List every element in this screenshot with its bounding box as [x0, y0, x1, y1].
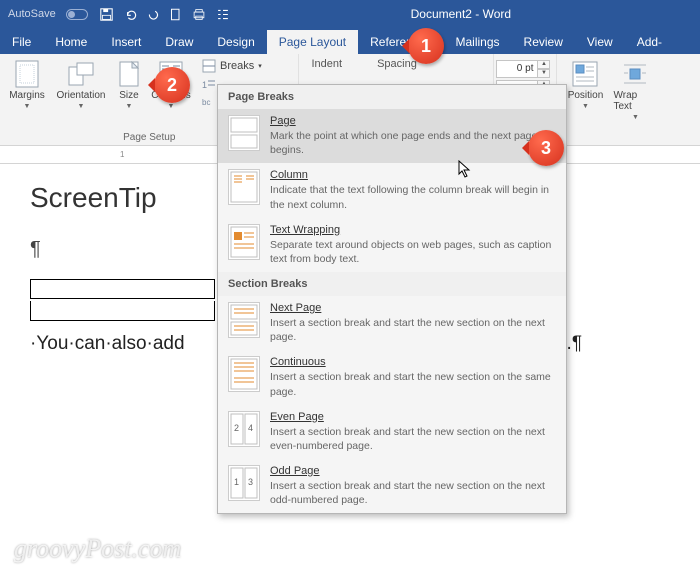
- up-arrow-icon[interactable]: ▲: [538, 60, 550, 69]
- column-break-title: Column: [270, 169, 556, 181]
- even-page-title: Even Page: [270, 411, 556, 423]
- watermark: groovyPost.com: [14, 534, 181, 564]
- redo-icon[interactable]: [147, 8, 160, 21]
- group-arrange: Position▼ Wrap Text▼: [556, 54, 663, 145]
- position-icon: [571, 60, 599, 88]
- page-break-icon: [228, 115, 260, 151]
- breaks-button[interactable]: Breaks ▾: [198, 58, 292, 74]
- tab-file[interactable]: File: [0, 30, 43, 54]
- continuous-title: Continuous: [270, 356, 556, 368]
- wrap-text-icon: [621, 60, 649, 88]
- svg-text:4: 4: [248, 423, 253, 433]
- callout-3: 3: [528, 130, 564, 166]
- menu-item-odd-page[interactable]: 13 Odd Page Insert a section break and s…: [218, 459, 566, 513]
- size-label: Size: [119, 90, 138, 101]
- even-page-icon: 24: [228, 411, 260, 447]
- tab-page-layout[interactable]: Page Layout: [267, 30, 358, 54]
- continuous-desc: Insert a section break and start the new…: [270, 370, 556, 398]
- text-wrapping-title: Text Wrapping: [270, 224, 556, 236]
- callout-1: 1: [408, 28, 444, 64]
- next-page-title: Next Page: [270, 302, 556, 314]
- svg-text:1: 1: [202, 80, 207, 90]
- wrap-text-label: Wrap Text: [613, 90, 657, 112]
- text-wrapping-icon: [228, 224, 260, 260]
- new-icon[interactable]: [170, 8, 182, 21]
- tab-design[interactable]: Design: [205, 30, 266, 54]
- spacing-icon[interactable]: [216, 8, 230, 21]
- even-page-desc: Insert a section break and start the new…: [270, 425, 556, 453]
- text-box[interactable]: [30, 279, 215, 299]
- odd-page-desc: Insert a section break and start the new…: [270, 479, 556, 507]
- spacing-before-spinner[interactable]: 0 pt ▲▼: [496, 60, 550, 78]
- menu-item-page-break[interactable]: Page Mark the point at which one page en…: [218, 109, 566, 163]
- size-icon: [115, 60, 143, 88]
- orientation-button[interactable]: Orientation▼: [54, 58, 108, 110]
- line-numbers-icon: 1: [202, 77, 216, 91]
- orientation-icon: [67, 60, 95, 88]
- breaks-icon: [202, 59, 216, 73]
- column-break-desc: Indicate that the text following the col…: [270, 183, 556, 211]
- svg-text:bc: bc: [202, 98, 210, 107]
- document-title: Document2 - Word: [230, 7, 692, 21]
- ribbon-tabs: File Home Insert Draw Design Page Layout…: [0, 28, 700, 54]
- next-page-icon: [228, 302, 260, 338]
- undo-icon[interactable]: [123, 8, 137, 21]
- section-breaks-header: Section Breaks: [218, 272, 566, 296]
- autosave-toggle[interactable]: [66, 9, 88, 20]
- margins-icon: [13, 60, 41, 88]
- quick-access-toolbar: [100, 8, 230, 21]
- breaks-label: Breaks: [220, 60, 254, 72]
- tab-insert[interactable]: Insert: [99, 30, 153, 54]
- chevron-down-icon: ▾: [258, 62, 262, 70]
- tab-home[interactable]: Home: [43, 30, 99, 54]
- hyphenation-icon: bc: [202, 95, 216, 109]
- tab-view[interactable]: View: [575, 30, 625, 54]
- menu-item-continuous[interactable]: Continuous Insert a section break and st…: [218, 350, 566, 404]
- tab-mailings[interactable]: Mailings: [444, 30, 512, 54]
- column-break-icon: [228, 169, 260, 205]
- margins-label: Margins: [9, 90, 45, 101]
- page-break-desc: Mark the point at which one page ends an…: [270, 129, 556, 157]
- svg-text:2: 2: [234, 423, 239, 433]
- text-box[interactable]: [30, 301, 215, 321]
- svg-text:3: 3: [248, 477, 253, 487]
- margins-button[interactable]: Margins▼: [6, 58, 48, 110]
- position-button[interactable]: Position▼: [563, 58, 607, 110]
- page-break-title: Page: [270, 115, 556, 127]
- odd-page-icon: 13: [228, 465, 260, 501]
- text-wrapping-desc: Separate text around objects on web page…: [270, 238, 556, 266]
- size-button[interactable]: Size▼: [114, 58, 144, 110]
- spacing-header: Spacing: [377, 58, 417, 70]
- tab-review[interactable]: Review: [512, 30, 575, 54]
- title-bar: AutoSave Document2 - Word: [0, 0, 700, 28]
- save-icon[interactable]: [100, 8, 113, 21]
- odd-page-title: Odd Page: [270, 465, 556, 477]
- ruler-mark: 1: [120, 150, 124, 159]
- position-label: Position: [568, 90, 604, 101]
- next-page-desc: Insert a section break and start the new…: [270, 316, 556, 344]
- page-breaks-header: Page Breaks: [218, 85, 566, 109]
- menu-item-even-page[interactable]: 24 Even Page Insert a section break and …: [218, 405, 566, 459]
- callout-2: 2: [154, 67, 190, 103]
- print-icon[interactable]: [192, 8, 206, 21]
- wrap-text-button[interactable]: Wrap Text▼: [613, 58, 657, 121]
- orientation-label: Orientation: [57, 90, 106, 101]
- spacing-before-value[interactable]: 0 pt: [496, 60, 538, 78]
- down-arrow-icon[interactable]: ▼: [538, 69, 550, 78]
- svg-text:1: 1: [234, 477, 239, 487]
- indent-header: Indent: [311, 58, 342, 70]
- menu-item-next-page[interactable]: Next Page Insert a section break and sta…: [218, 296, 566, 350]
- menu-item-column-break[interactable]: Column Indicate that the text following …: [218, 163, 566, 217]
- menu-item-text-wrapping-break[interactable]: Text Wrapping Separate text around objec…: [218, 218, 566, 272]
- autosave-label: AutoSave: [8, 8, 56, 20]
- tab-addins[interactable]: Add-: [625, 30, 674, 54]
- continuous-icon: [228, 356, 260, 392]
- tab-draw[interactable]: Draw: [153, 30, 205, 54]
